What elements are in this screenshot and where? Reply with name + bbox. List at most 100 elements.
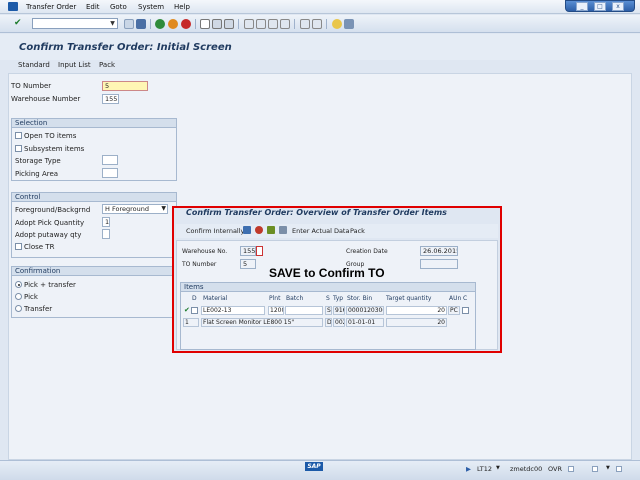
last-page-icon[interactable] <box>280 19 290 29</box>
close-icon[interactable]: x <box>612 2 624 11</box>
document-icon[interactable] <box>279 226 287 234</box>
sap-menu-icon[interactable] <box>8 2 18 11</box>
find-icon[interactable] <box>212 19 222 29</box>
enter-actual-data-button[interactable]: Enter Actual Data <box>292 227 349 235</box>
close-tr-label: Close TR <box>24 243 55 251</box>
pack-button[interactable]: Pack <box>99 61 115 69</box>
creation-date-input[interactable]: 26.06.2015 <box>420 246 458 256</box>
page-title: Confirm Transfer Order: Initial Screen <box>19 42 232 53</box>
foreground-background-label: Foreground/Backgrnd <box>15 206 91 214</box>
chevron-down-icon[interactable]: ▼ <box>606 465 610 471</box>
enter-icon[interactable]: ✔ <box>14 19 24 29</box>
print-icon[interactable] <box>200 19 210 29</box>
chevron-down-icon[interactable]: ▼ <box>161 205 166 213</box>
open-to-items-checkbox[interactable] <box>15 132 22 139</box>
row2-typ-cell: 002 <box>333 318 345 327</box>
maximize-icon[interactable]: □ <box>594 2 606 11</box>
menu-system[interactable]: System <box>138 3 164 11</box>
command-field[interactable] <box>32 18 118 29</box>
transfer-label: Transfer <box>24 305 53 313</box>
column-header-stor-bin: Stor. Bin <box>347 295 373 302</box>
table-icon[interactable] <box>267 226 275 234</box>
toolbar-separator <box>326 19 327 29</box>
standard-button[interactable]: Standard <box>18 61 50 69</box>
to-number-input[interactable]: 5 <box>102 81 148 91</box>
status-lock-icon[interactable] <box>568 466 574 472</box>
chevron-down-icon[interactable]: ▼ <box>496 465 500 471</box>
foreground-background-value: H Foreground <box>105 205 149 213</box>
new-session-icon[interactable] <box>300 19 310 29</box>
pick-transfer-radio[interactable] <box>15 281 22 288</box>
column-header-c: C <box>463 295 468 302</box>
first-page-icon[interactable] <box>244 19 254 29</box>
search-help-icon[interactable] <box>256 246 263 256</box>
close-tr-checkbox[interactable] <box>15 243 22 250</box>
window-controls: _ □ x <box>565 0 635 12</box>
menu-help[interactable]: Help <box>174 3 190 11</box>
selection-group-title: Selection <box>12 119 176 128</box>
toolbar-separator <box>294 19 295 29</box>
storage-type-label: Storage Type <box>15 157 61 165</box>
group-input[interactable] <box>420 259 458 269</box>
status-monitor-icon[interactable] <box>592 466 598 472</box>
foreground-background-select[interactable]: H Foreground ▼ <box>102 204 168 214</box>
shortcut-icon[interactable] <box>312 19 322 29</box>
row1-qty-cell[interactable]: 20 <box>386 306 447 315</box>
row1-batch-cell[interactable] <box>285 306 323 315</box>
picking-area-input[interactable] <box>102 168 118 178</box>
popup-to-number-label: TO Number <box>182 261 217 268</box>
back-icon[interactable] <box>155 19 165 29</box>
next-page-icon[interactable] <box>268 19 278 29</box>
confirmation-group-title: Confirmation <box>12 267 176 276</box>
storage-type-input[interactable] <box>102 155 118 165</box>
input-list-button[interactable]: Input List <box>58 61 91 69</box>
find-next-icon[interactable] <box>224 19 234 29</box>
exit-icon[interactable] <box>168 19 178 29</box>
application-toolbar: Standard Input List Pack <box>0 60 640 72</box>
row2-s-cell: D <box>325 318 332 327</box>
help-icon[interactable] <box>332 19 342 29</box>
popup-to-number-input[interactable]: 5 <box>240 259 256 269</box>
row1-material-cell[interactable]: LE002-13 <box>201 306 265 315</box>
subsystem-items-checkbox[interactable] <box>15 145 22 152</box>
transfer-radio[interactable] <box>15 305 22 312</box>
sap-logo: SAP <box>305 462 323 471</box>
row1-plant-cell[interactable]: 1200 <box>268 306 284 315</box>
adopt-pick-quantity-input[interactable]: 1 <box>102 217 110 227</box>
column-header-aun: AUn <box>449 295 462 302</box>
back-arrow-icon[interactable] <box>124 19 134 29</box>
status-expand-icon[interactable] <box>616 466 622 472</box>
warehouse-number-input[interactable]: 155 <box>102 94 119 104</box>
row2-bin-cell: 01-01-01 <box>346 318 384 327</box>
previous-page-icon[interactable] <box>256 19 266 29</box>
popup-warehouse-input[interactable]: 155 <box>240 246 256 256</box>
menu-edit[interactable]: Edit <box>86 3 100 11</box>
layout-menu-icon[interactable] <box>344 19 354 29</box>
adopt-pick-quantity-label: Adopt Pick Quantity <box>15 219 85 227</box>
details-icon[interactable] <box>243 226 251 234</box>
pick-radio[interactable] <box>15 293 22 300</box>
adopt-putaway-qty-input[interactable] <box>102 229 110 239</box>
items-group: Items <box>180 282 476 350</box>
delete-icon[interactable] <box>255 226 263 234</box>
save-icon[interactable] <box>136 19 146 29</box>
confirm-internally-button[interactable]: Confirm Internally <box>186 227 244 235</box>
menu-bar: Transfer Order Edit Goto System Help <box>0 0 640 14</box>
column-header-batch: Batch <box>286 295 304 302</box>
popup-toolbar: Confirm Internally Enter Actual Data Pac… <box>176 224 498 238</box>
menu-goto[interactable]: Goto <box>110 3 127 11</box>
play-icon[interactable]: ▶ <box>466 465 471 473</box>
menu-transfer-order[interactable]: Transfer Order <box>26 3 76 11</box>
minimize-icon[interactable]: _ <box>576 2 588 11</box>
row1-d-checkbox[interactable] <box>191 307 198 314</box>
adopt-putaway-qty-label: Adopt putaway qty <box>15 231 82 239</box>
cancel-icon[interactable] <box>181 19 191 29</box>
items-group-title: Items <box>181 283 475 292</box>
chevron-down-icon[interactable]: ▼ <box>108 19 117 28</box>
open-to-items-label: Open TO items <box>24 132 77 140</box>
popup-pack-button[interactable]: Pack <box>350 227 365 235</box>
row1-c-checkbox[interactable] <box>462 307 469 314</box>
column-header-plant: Plnt <box>269 295 281 302</box>
column-header-d: D <box>192 295 197 302</box>
control-group-title: Control <box>12 193 176 202</box>
